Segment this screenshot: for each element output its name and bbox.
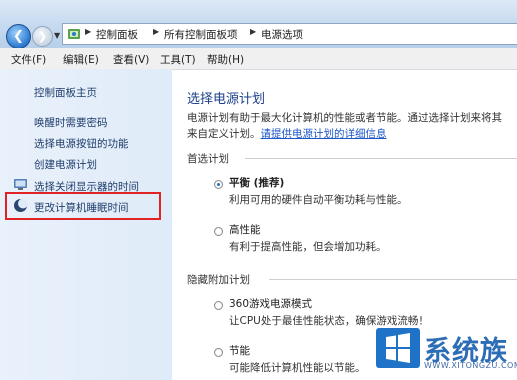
divider [269,279,517,280]
breadcrumb-control-panel[interactable]: 控制面板 [96,27,138,42]
plan-radio-360-game[interactable] [214,301,223,310]
breadcrumb-power-options[interactable]: 电源选项 [261,27,303,42]
menu-bar: 文件(F) 编辑(E) 查看(V) 工具(T) 帮助(H) [0,48,517,70]
page-title: 选择电源计划 [187,92,266,107]
plan-radio-balanced[interactable] [214,180,223,189]
breadcrumb-separator-icon[interactable]: ▶ [153,27,159,36]
menu-tools[interactable]: 工具(T) [160,52,196,67]
breadcrumb-all-items[interactable]: 所有控制面板项 [164,27,238,42]
address-toolbar: ❮ ❯ ▼ ▶ 控制面板 ▶ 所有控制面板项 ▶ 电源选项 [0,0,517,49]
page-description: 电源计划有助于最大化计算机的性能或者节能。通过选择计划来将其 [187,112,502,124]
plan-name-balanced[interactable]: 平衡 (推荐) [229,175,284,190]
plan-desc-360-game: 让CPU处于最佳性能状态，确保游戏流畅！ [229,315,429,327]
plan-name-high-performance[interactable]: 高性能 [229,222,261,237]
sidebar-item-wake-password[interactable]: 唤醒时需要密码 [34,115,108,130]
breadcrumb-separator-icon: ▶ [85,27,92,36]
menu-edit[interactable]: 编辑(E) [63,52,99,67]
sidebar-item-create-plan[interactable]: 创建电源计划 [34,157,97,172]
preferred-plans-label: 首选计划 [187,153,229,165]
plan-desc-high-performance: 有利于提高性能，但会增加功耗。 [229,241,387,253]
plan-name-power-saver[interactable]: 节能 [229,343,250,358]
sidebar-control-panel-home[interactable]: 控制面板主页 [34,85,97,100]
menu-view[interactable]: 查看(V) [113,52,149,67]
watermark-url: WWW.XITONGZU.COM [424,361,517,370]
plan-details-link[interactable]: 请提供电源计划的详细信息 [261,128,387,140]
monitor-icon [14,179,27,190]
address-field[interactable]: ▶ 控制面板 ▶ 所有控制面板项 ▶ 电源选项 [62,23,517,45]
plan-name-360-game[interactable]: 360游戏电源模式 [229,296,312,311]
menu-help[interactable]: 帮助(H) [207,52,244,67]
history-dropdown-icon[interactable]: ▼ [54,31,60,40]
plan-radio-high-performance[interactable] [214,227,223,236]
hidden-plans-label: 隐藏附加计划 [187,274,250,286]
sidebar-item-power-buttons[interactable]: 选择电源按钮的功能 [34,136,129,151]
divider [245,158,517,159]
plan-desc-power-saver: 可能降低计算机性能以节能。 [229,362,366,374]
breadcrumb-separator-icon[interactable]: ▶ [250,27,256,36]
plan-desc-balanced: 利用可用的硬件自动平衡功耗与性能。 [229,194,408,206]
page-description-line2: 来自定义计划。请提供电源计划的详细信息 [187,128,387,140]
windows-logo-watermark [376,328,420,368]
windows-logo-icon [386,333,410,363]
menu-file[interactable]: 文件(F) [11,52,46,67]
back-button[interactable]: ❮ [6,24,31,49]
plan-radio-power-saver[interactable] [214,348,223,357]
forward-button[interactable]: ❯ [32,26,53,47]
control-panel-icon [68,29,80,39]
highlight-box [5,192,161,220]
